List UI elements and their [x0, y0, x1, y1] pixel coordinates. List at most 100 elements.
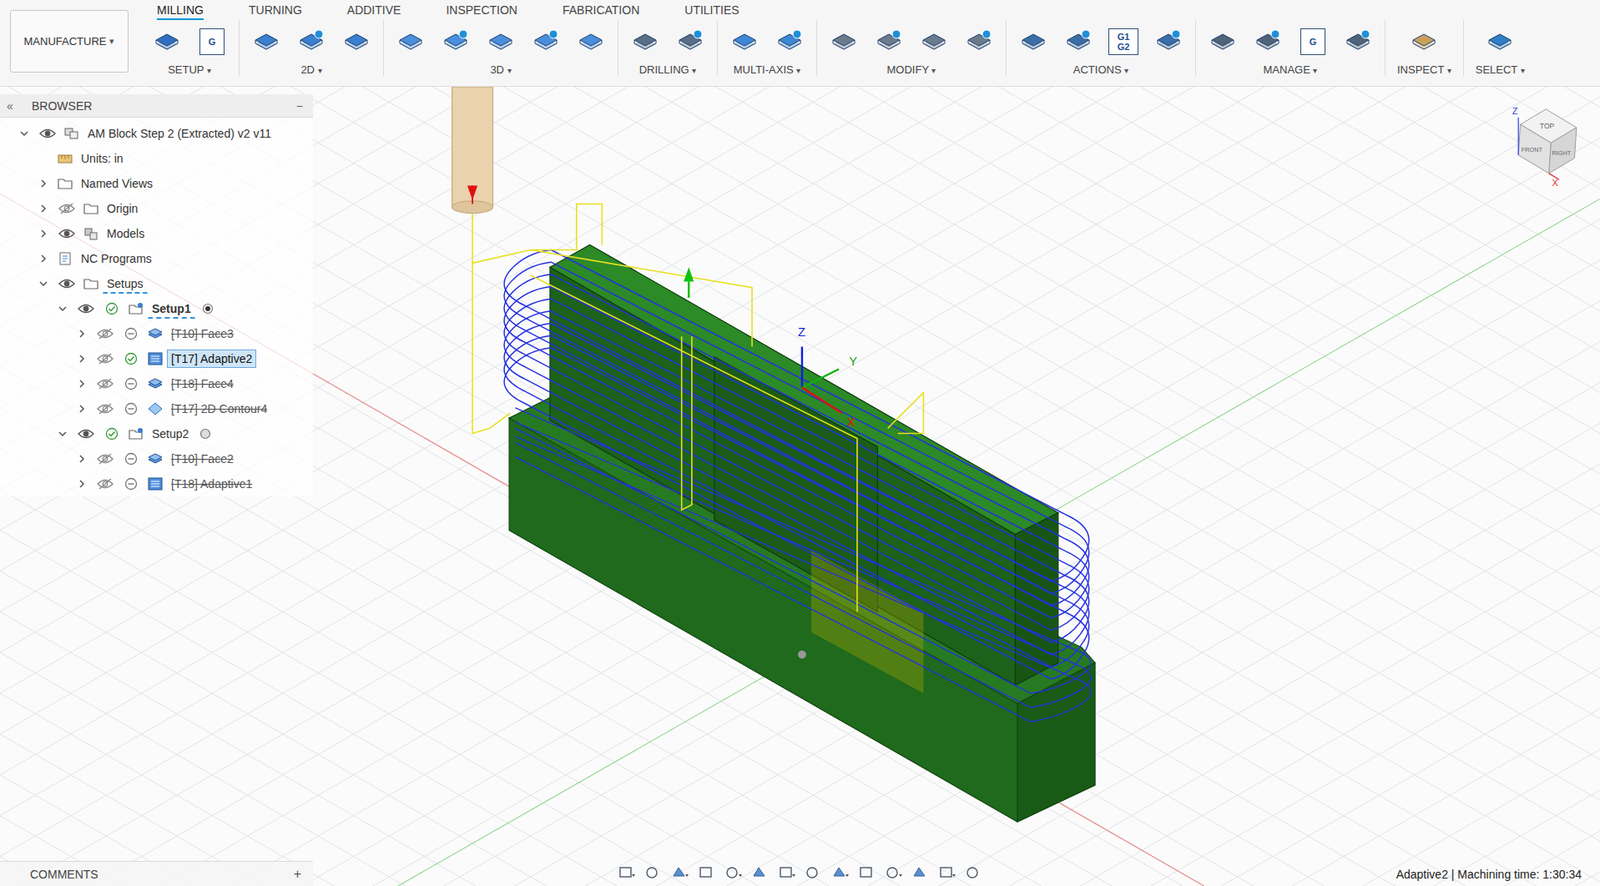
nav-button[interactable]	[884, 864, 904, 882]
tool-button[interactable]	[440, 26, 471, 57]
nav-button[interactable]	[724, 864, 743, 882]
nav-button[interactable]	[804, 864, 823, 882]
nav-tool-icon[interactable]	[964, 864, 984, 882]
tree-item[interactable]: [T17] 2D Contour4	[0, 396, 313, 422]
nav-tool-icon[interactable]	[884, 864, 904, 882]
nav-tool-icon[interactable]	[911, 864, 930, 882]
nav-button[interactable]	[964, 864, 984, 882]
tree-item[interactable]: [T17] Adaptive2	[0, 346, 313, 372]
tree-item[interactable]: Named Views	[0, 171, 313, 197]
ribbon-tab[interactable]: MILLING	[156, 3, 204, 21]
visibility-toggle[interactable]	[53, 202, 80, 215]
group-label[interactable]: 2D ▾	[300, 63, 322, 76]
tool-button[interactable]	[1018, 26, 1049, 57]
chevron-right-icon[interactable]	[76, 479, 87, 490]
expand-toggle[interactable]	[33, 203, 54, 214]
chevron-right-icon[interactable]	[76, 328, 87, 339]
chevron-right-icon[interactable]	[38, 228, 49, 239]
eye-icon[interactable]	[77, 302, 95, 315]
ribbon-tab[interactable]: TURNING	[248, 3, 303, 21]
eye-hidden-icon[interactable]	[58, 202, 76, 215]
chevron-right-icon[interactable]	[76, 403, 87, 414]
tool-button[interactable]	[729, 26, 760, 57]
ribbon-tab[interactable]: UTILITIES	[684, 3, 739, 21]
nav-tool-icon[interactable]	[751, 864, 770, 882]
tree-item[interactable]: Setup2	[0, 421, 313, 447]
item-label[interactable]: Origin	[102, 199, 142, 218]
tool-button[interactable]	[1207, 26, 1238, 57]
tool-button[interactable]	[1342, 26, 1373, 57]
tree-item[interactable]: Models	[0, 221, 313, 247]
ribbon-tab[interactable]: ADDITIVE	[347, 3, 402, 21]
nav-tool-icon[interactable]	[644, 864, 663, 882]
tool-button[interactable]	[1153, 26, 1184, 57]
chevron-down-icon[interactable]	[38, 278, 49, 289]
tree-item[interactable]: Setup1	[0, 296, 313, 322]
nav-button[interactable]	[617, 864, 636, 882]
nav-button[interactable]	[938, 864, 957, 882]
group-label[interactable]: DRILLING ▾	[639, 63, 697, 76]
visibility-toggle[interactable]	[34, 127, 61, 140]
eye-hidden-icon[interactable]	[96, 403, 114, 415]
tree-item[interactable]: Units: in	[0, 146, 313, 172]
active-setup-radio[interactable]	[201, 302, 214, 315]
tree-item[interactable]: NC Programs	[0, 246, 313, 272]
group-label[interactable]: MANAGE ▾	[1263, 63, 1318, 76]
expand-toggle[interactable]	[33, 253, 54, 264]
item-label[interactable]: AM Block Step 2 (Extracted) v2 v11	[83, 124, 276, 143]
nav-button[interactable]	[697, 864, 717, 882]
expand-toggle[interactable]	[71, 378, 92, 389]
tool-button[interactable]	[341, 26, 372, 57]
nav-button[interactable]	[911, 864, 930, 882]
item-label[interactable]: Models	[102, 224, 149, 243]
item-label[interactable]: [T17] 2D Contour4	[166, 399, 272, 419]
chevron-right-icon[interactable]	[76, 353, 87, 364]
nav-tool-icon[interactable]	[617, 864, 636, 882]
minimize-button[interactable]: −	[296, 99, 303, 113]
visibility-toggle[interactable]	[53, 227, 80, 240]
nav-button[interactable]	[644, 864, 663, 882]
tree-item[interactable]: [T18] Face4	[0, 371, 313, 397]
eye-hidden-icon[interactable]	[96, 328, 114, 340]
item-label[interactable]: NC Programs	[76, 249, 157, 268]
nav-tool-icon[interactable]	[831, 864, 850, 882]
workspace-switcher[interactable]: MANUFACTURE▾	[10, 10, 129, 73]
radio-off-icon[interactable]	[199, 428, 212, 440]
nav-button[interactable]	[831, 864, 850, 882]
expand-toggle[interactable]	[52, 429, 73, 440]
tool-button[interactable]	[918, 26, 949, 57]
nav-button[interactable]	[751, 864, 770, 882]
tool-button[interactable]	[575, 26, 606, 57]
collapse-button[interactable]: «	[6, 99, 26, 113]
tool-button[interactable]: G	[1297, 26, 1328, 57]
chevron-down-icon[interactable]	[19, 128, 30, 139]
tree-item[interactable]: [T10] Face2	[0, 446, 313, 472]
tool-button[interactable]	[1063, 26, 1094, 57]
item-label[interactable]: Setup2	[147, 424, 193, 444]
view-cube[interactable]: TOPFRONTRIGHTZX	[1512, 105, 1577, 188]
active-setup-radio[interactable]	[199, 428, 212, 440]
item-label[interactable]: [T17] Adaptive2	[166, 349, 257, 369]
item-label[interactable]: Setups	[102, 274, 148, 294]
expand-toggle[interactable]	[71, 479, 92, 490]
tool-button[interactable]: G	[196, 26, 228, 57]
group-label[interactable]: SELECT ▾	[1475, 63, 1525, 76]
expand-toggle[interactable]	[71, 403, 92, 414]
radio-on-icon[interactable]	[201, 302, 214, 315]
expand-toggle[interactable]	[33, 278, 54, 289]
ribbon-tab[interactable]: FABRICATION	[562, 3, 640, 21]
eye-icon[interactable]	[77, 428, 95, 440]
tool-button[interactable]	[1252, 26, 1283, 57]
eye-hidden-icon[interactable]	[96, 378, 114, 390]
tool-button[interactable]	[296, 26, 327, 57]
item-label[interactable]: Setup1	[147, 299, 196, 319]
tool-button[interactable]	[251, 26, 282, 57]
expand-toggle[interactable]	[33, 228, 54, 239]
visibility-toggle[interactable]	[53, 277, 80, 290]
group-label[interactable]: 3D ▾	[489, 63, 511, 76]
eye-icon[interactable]	[58, 277, 76, 290]
nav-tool-icon[interactable]	[858, 864, 877, 882]
chevron-right-icon[interactable]	[38, 253, 49, 264]
tool-button[interactable]	[964, 26, 995, 57]
item-label[interactable]: [T10] Face2	[166, 449, 238, 469]
